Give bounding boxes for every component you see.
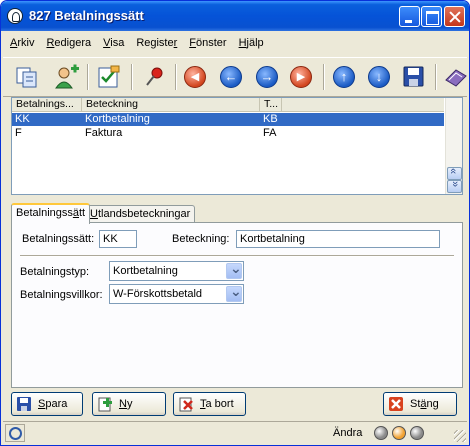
application-window: 827 Betalningssätt Arkiv Redigera Visa R… bbox=[0, 0, 470, 446]
close-window-button[interactable] bbox=[444, 6, 465, 27]
close-button[interactable]: Stäng bbox=[383, 392, 457, 416]
table-row[interactable]: F Faktura FA bbox=[12, 127, 444, 140]
menu-fonster[interactable]: Fönster bbox=[183, 34, 232, 54]
column-header-name[interactable]: Beteckning bbox=[82, 98, 260, 112]
cell-code: KK bbox=[15, 113, 30, 125]
designation-field[interactable]: Kortbetalning bbox=[236, 230, 440, 248]
menu-bar: Arkiv Redigera Visa Register Fönster Hjä… bbox=[4, 34, 270, 54]
designation-label: Beteckning: bbox=[172, 233, 230, 245]
connection-icon bbox=[9, 427, 22, 440]
cell-code: F bbox=[15, 127, 22, 139]
tab-panel: Betalningssätt: KK Beteckning: Kortbetal… bbox=[11, 222, 463, 388]
payment-terms-label: Betalningsvillkor: bbox=[20, 289, 103, 301]
save-icon bbox=[17, 397, 31, 411]
new-document-icon bbox=[98, 397, 112, 412]
save-button[interactable]: Spara bbox=[11, 392, 83, 416]
payment-method-field[interactable]: KK bbox=[99, 230, 137, 248]
toolbar-separator bbox=[175, 64, 177, 90]
toolbar-separator bbox=[435, 64, 437, 90]
first-record-icon[interactable] bbox=[181, 64, 209, 90]
payment-type-label: Betalningstyp: bbox=[20, 266, 90, 278]
table-row[interactable]: KK Kortbetalning KB bbox=[12, 113, 444, 126]
move-up-icon[interactable] bbox=[330, 64, 358, 90]
scroll-down-button[interactable] bbox=[447, 180, 462, 193]
status-left-panel bbox=[5, 424, 25, 442]
payment-methods-table[interactable]: Betalnings... Beteckning T... KK Kortbet… bbox=[11, 97, 463, 195]
previous-record-icon[interactable] bbox=[217, 64, 245, 90]
minimize-button[interactable] bbox=[399, 6, 420, 27]
cell-name: Faktura bbox=[85, 127, 123, 139]
status-bar: Ändra bbox=[3, 421, 467, 443]
toolbar-separator bbox=[323, 64, 325, 90]
last-record-icon[interactable] bbox=[287, 64, 315, 90]
edit-mode-status: Ändra bbox=[333, 427, 363, 439]
add-user-icon[interactable] bbox=[53, 64, 81, 90]
copy-icon[interactable] bbox=[13, 64, 41, 90]
menu-redigera[interactable]: Redigera bbox=[40, 34, 97, 54]
new-button[interactable]: Ny bbox=[92, 392, 166, 416]
toolbar-separator bbox=[131, 64, 133, 90]
tab-betalningssatt[interactable]: Betalningssätt bbox=[11, 203, 91, 224]
column-header-type[interactable]: T... bbox=[260, 98, 282, 112]
status-light-middle bbox=[392, 426, 406, 440]
table-scrollbar[interactable] bbox=[445, 98, 462, 194]
save-icon[interactable] bbox=[400, 64, 428, 90]
table-header: Betalnings... Beteckning T... bbox=[12, 98, 444, 112]
resize-grip[interactable] bbox=[454, 430, 466, 442]
cell-type: KB bbox=[263, 113, 278, 125]
scroll-up-button[interactable] bbox=[447, 167, 462, 180]
print-icon[interactable] bbox=[442, 64, 469, 90]
delete-button[interactable]: Ta bort bbox=[173, 392, 246, 416]
close-icon bbox=[389, 397, 403, 411]
toolbar bbox=[3, 57, 467, 97]
section-divider bbox=[20, 255, 454, 257]
maximize-button[interactable] bbox=[421, 6, 442, 27]
cell-name: Kortbetalning bbox=[85, 113, 150, 125]
chevron-down-icon[interactable] bbox=[226, 282, 242, 302]
app-icon bbox=[7, 8, 23, 24]
chevron-down-icon[interactable] bbox=[226, 259, 242, 279]
status-light-left bbox=[374, 426, 388, 440]
title-bar[interactable]: 827 Betalningssätt bbox=[1, 1, 469, 31]
payment-type-value: Kortbetalning bbox=[113, 265, 178, 277]
menu-visa[interactable]: Visa bbox=[97, 34, 130, 54]
checklist-icon[interactable] bbox=[95, 64, 123, 90]
pin-icon[interactable] bbox=[141, 64, 169, 90]
tab-utlandsbeteckningar[interactable]: Utlandsbeteckningar bbox=[85, 205, 196, 223]
move-down-icon[interactable] bbox=[365, 64, 393, 90]
payment-terms-select[interactable]: W-Förskottsbetald bbox=[109, 282, 244, 304]
menu-register[interactable]: Register bbox=[130, 34, 183, 54]
next-record-icon[interactable] bbox=[253, 64, 281, 90]
delete-icon bbox=[179, 397, 193, 412]
payment-method-label: Betalningssätt: bbox=[22, 233, 95, 245]
status-light-right bbox=[410, 426, 424, 440]
window-title: 827 Betalningssätt bbox=[29, 8, 144, 23]
toolbar-separator bbox=[87, 64, 89, 90]
payment-terms-value: W-Förskottsbetald bbox=[113, 288, 203, 300]
column-header-code[interactable]: Betalnings... bbox=[12, 98, 82, 112]
cell-type: FA bbox=[263, 127, 277, 139]
menu-arkiv[interactable]: Arkiv bbox=[4, 34, 40, 54]
menu-hjalp[interactable]: Hjälp bbox=[233, 34, 270, 54]
payment-type-select[interactable]: Kortbetalning bbox=[109, 259, 244, 281]
